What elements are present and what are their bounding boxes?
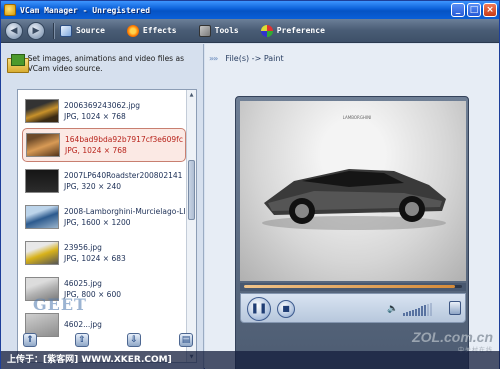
volume-bar: [418, 307, 420, 316]
source-menu-label: Source: [76, 26, 105, 35]
file-meta: JPG, 1024 × 768: [64, 112, 126, 121]
thumbnail: [25, 169, 59, 193]
volume-bar: [427, 304, 429, 316]
scroll-up-arrow[interactable]: ▲: [188, 91, 195, 99]
file-name: 46025.jpg: [64, 279, 102, 288]
zol-watermark-main: ZOL.com.cn: [412, 329, 493, 345]
title-bar: VCam Manager - Unregistered _ □ ×: [1, 1, 499, 19]
tools-menu-label: Tools: [214, 26, 239, 35]
hint-text: Set images, animations and video files a…: [27, 54, 184, 73]
thumbnail: [25, 99, 59, 123]
folder-image-icon: [7, 54, 29, 73]
volume-bar: [412, 309, 414, 316]
volume-slider[interactable]: [403, 302, 437, 316]
app-icon: [4, 4, 16, 16]
file-name: 2008-Lamborghini-Murcielago-LI: [64, 207, 186, 216]
video-logo: LAMBORGHINI: [342, 115, 372, 120]
list-item[interactable]: 2008-Lamborghini-Murcielago-LI JPG, 1600…: [22, 200, 186, 234]
preference-menu[interactable]: Preference: [260, 24, 325, 37]
file-meta: JPG, 320 × 240: [64, 182, 121, 191]
list-options-button[interactable]: ▤: [179, 333, 193, 347]
close-button[interactable]: ×: [483, 3, 497, 17]
main-toolbar: ◀ ▶ Source Effects Tools Preference: [1, 19, 499, 43]
file-list-scrollbar[interactable]: ▲ ▼: [186, 90, 196, 362]
pause-button[interactable]: ❚❚: [247, 297, 271, 321]
file-meta: JPG, 1024 × 768: [65, 146, 127, 155]
player-controls: ❚❚ ■ 🔈: [240, 293, 466, 323]
vcam-manager-window: VCam Manager - Unregistered _ □ × ◀ ▶ So…: [0, 0, 500, 369]
stop-button[interactable]: ■: [277, 300, 295, 318]
file-name: 164bad9bda92b7917cf3e609fc: [65, 135, 183, 144]
volume-bar: [421, 306, 423, 316]
file-name: 2006369243062.jpg: [64, 101, 141, 110]
upload-watermark-strip: 上传于：[紫客网] WWW.XKER.COM]: [1, 351, 500, 369]
file-name: 2007LP640Roadster200802141: [64, 171, 183, 180]
preference-icon: [260, 24, 273, 37]
volume-bar: [409, 310, 411, 316]
thumbnail: [25, 241, 59, 265]
video-preview: LAMBORGHINI: [240, 101, 466, 281]
volume-bar: [403, 313, 405, 316]
breadcrumb-text: File(s) -> Paint: [225, 54, 284, 63]
tools-icon: [198, 24, 211, 37]
volume-bar: [430, 303, 432, 316]
breadcrumb-arrow-icon: »»: [209, 54, 218, 63]
file-meta: JPG, 1024 × 683: [64, 254, 126, 263]
thumbnail: [25, 205, 59, 229]
progress-row: [240, 283, 466, 291]
seek-bar[interactable]: [244, 285, 462, 288]
toolbar-separator: [53, 22, 54, 39]
effects-icon: [126, 24, 139, 37]
minimize-button[interactable]: _: [451, 3, 465, 17]
volume-icon[interactable]: 🔈: [387, 303, 398, 315]
watermark-badge: GEET: [3, 289, 93, 349]
preference-menu-label: Preference: [276, 26, 325, 35]
list-item[interactable]: 2007LP640Roadster200802141 JPG, 320 × 24…: [22, 164, 186, 198]
volume-bar: [415, 308, 417, 316]
car-image: [262, 169, 446, 230]
back-button[interactable]: ◀: [5, 21, 23, 40]
maximize-button[interactable]: □: [467, 3, 481, 17]
source-hint: Set images, animations and video files a…: [7, 54, 199, 82]
seek-bar-fill: [244, 285, 456, 288]
tools-menu[interactable]: Tools: [198, 24, 239, 37]
window-title: VCam Manager - Unregistered: [20, 5, 151, 15]
snapshot-button[interactable]: [449, 301, 461, 315]
effects-menu-label: Effects: [142, 26, 177, 35]
thumbnail: [26, 133, 60, 157]
source-icon: [60, 24, 72, 37]
breadcrumb: »» File(s) -> Paint: [209, 54, 284, 63]
effects-menu[interactable]: Effects: [126, 24, 177, 37]
list-item[interactable]: 2006369243062.jpg JPG, 1024 × 768: [22, 94, 186, 128]
volume-bar: [406, 311, 408, 316]
forward-button[interactable]: ▶: [27, 21, 45, 40]
list-item-selected[interactable]: 164bad9bda92b7917cf3e609fc JPG, 1024 × 7…: [22, 128, 186, 162]
file-name: 23956.jpg: [64, 243, 102, 252]
volume-bar: [424, 305, 426, 316]
scroll-thumb[interactable]: [188, 160, 195, 220]
move-down-button[interactable]: ⇩: [127, 333, 141, 347]
window-controls: _ □ ×: [451, 3, 497, 17]
preview-panel: »» File(s) -> Paint LAMBORGHINI ❚❚ ■ 🔈: [205, 44, 499, 369]
file-meta: JPG, 1600 × 1200: [64, 218, 131, 227]
watermark-badge-text: GEET: [33, 295, 87, 314]
list-item[interactable]: 23956.jpg JPG, 1024 × 683: [22, 236, 186, 270]
source-menu[interactable]: Source: [60, 24, 105, 37]
